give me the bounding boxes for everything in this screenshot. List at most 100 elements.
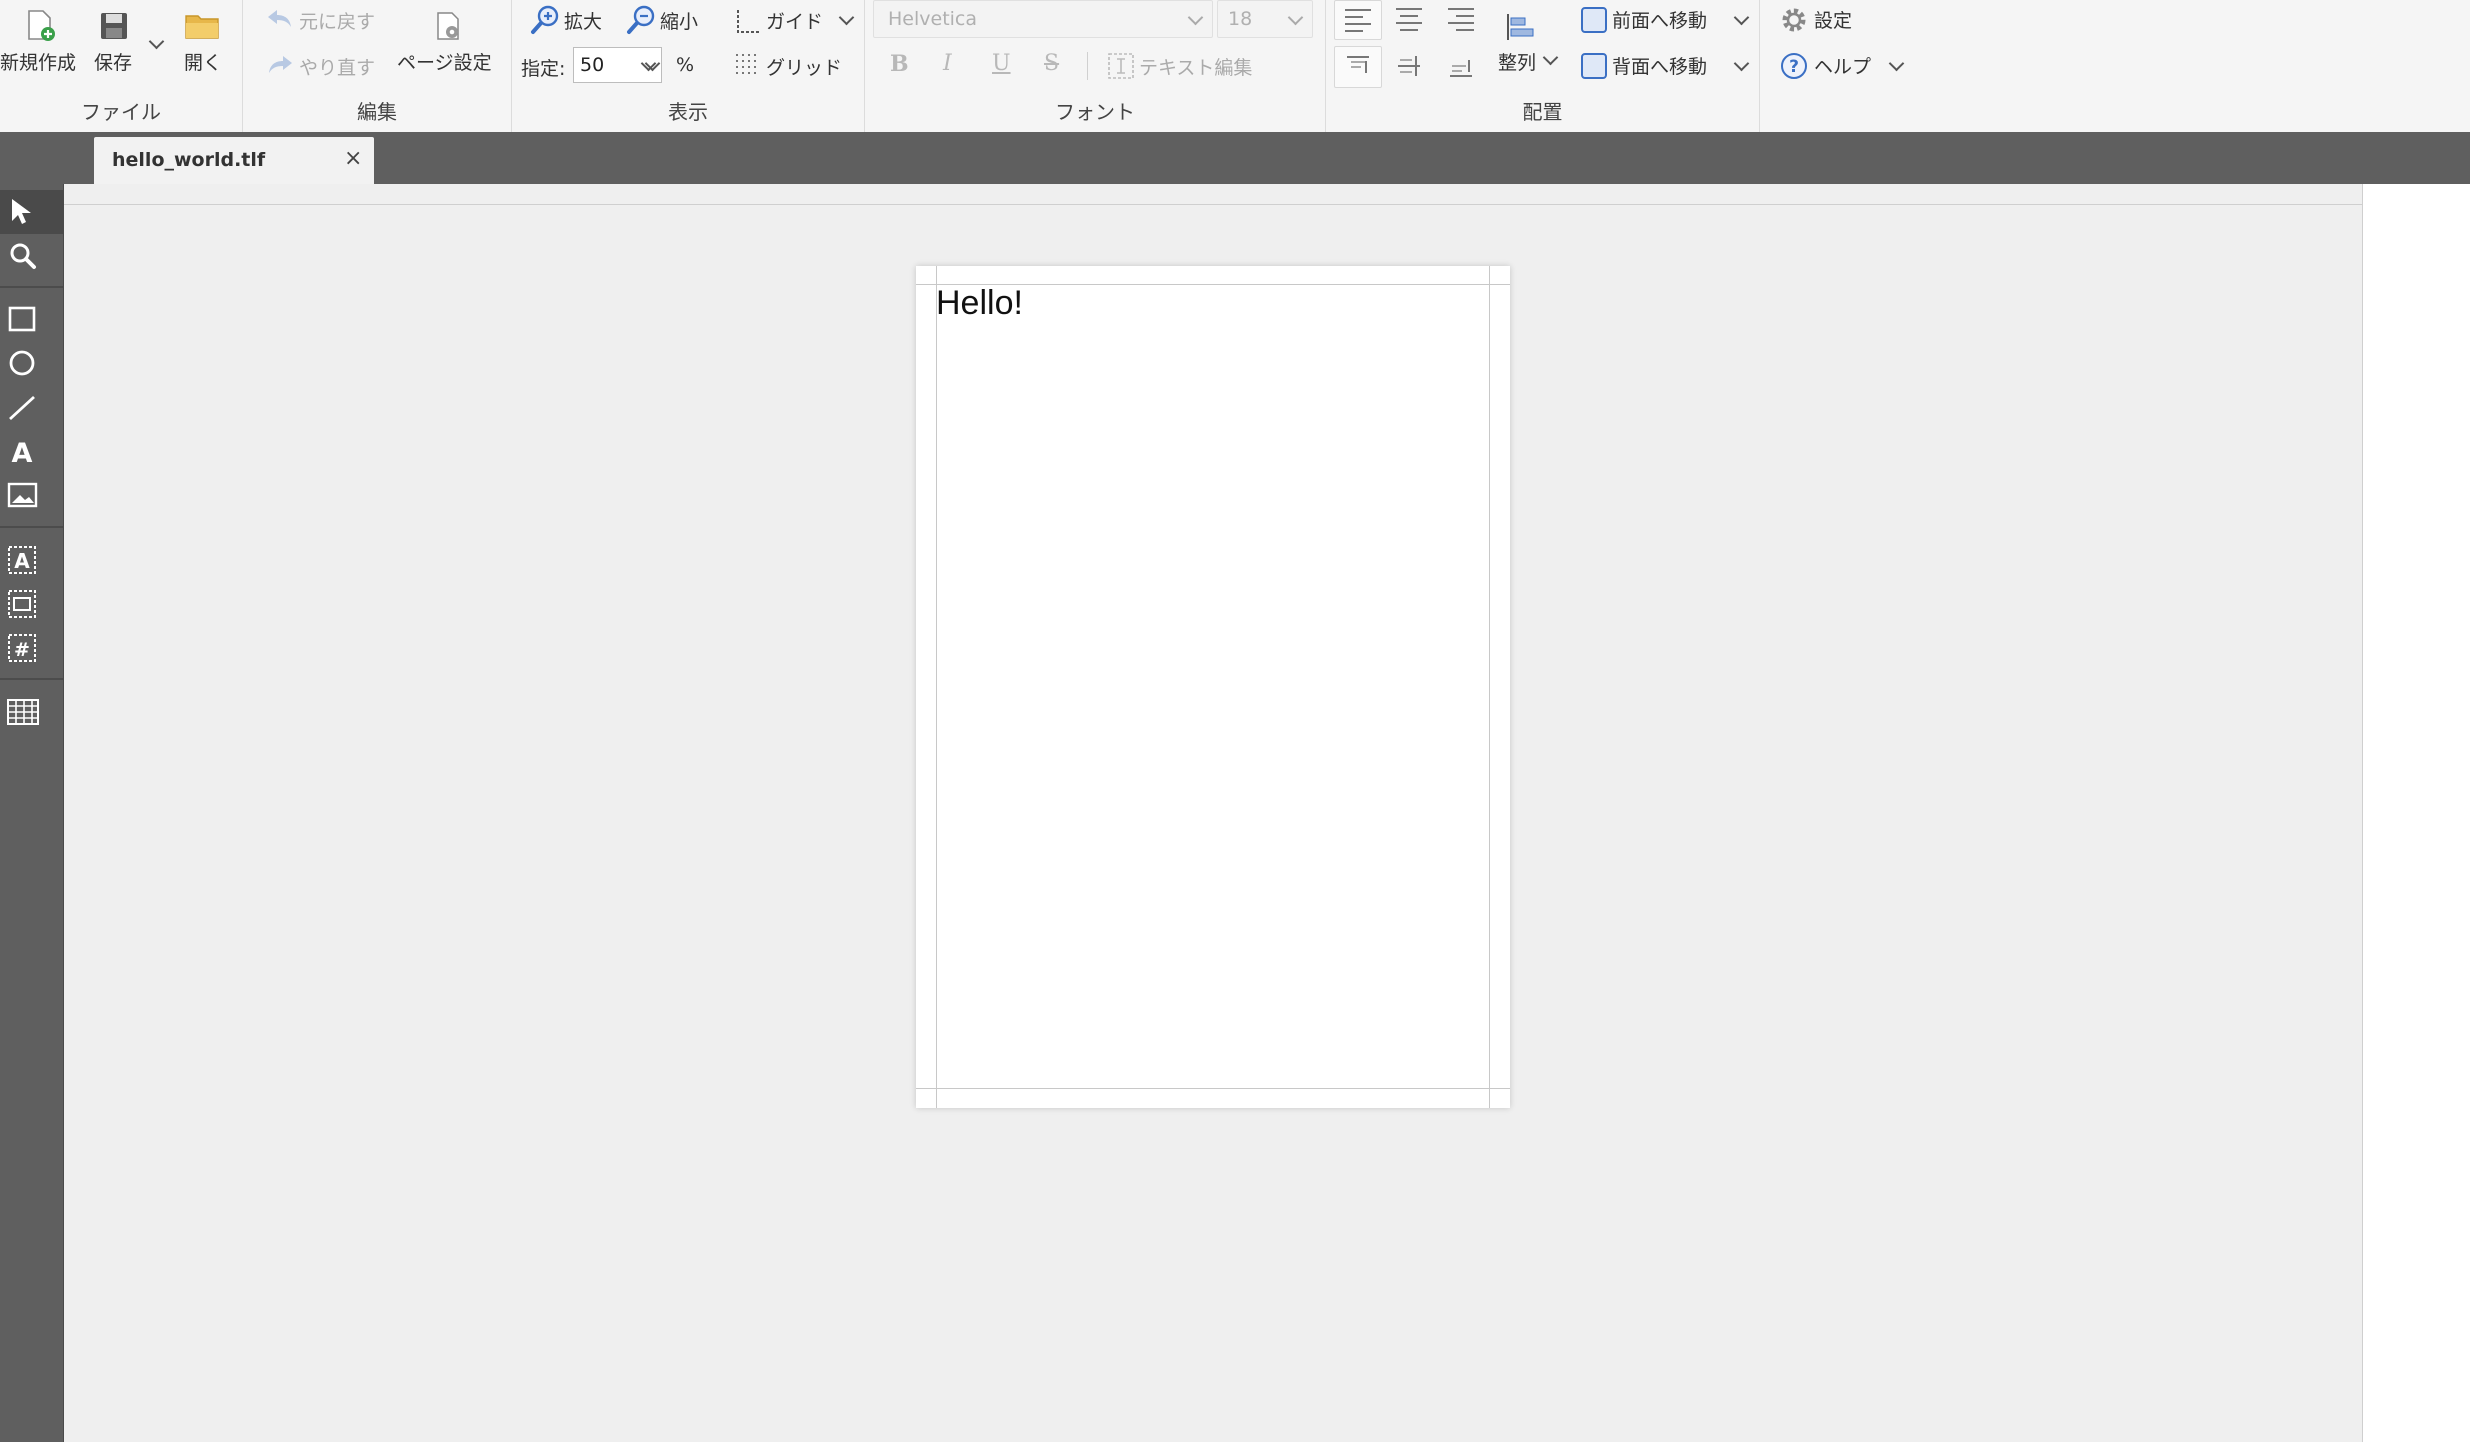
file-group: 新規作成 保存 開く ファイル (0, 0, 242, 132)
settings-label: 設定 (1814, 10, 1853, 32)
image-block-icon (8, 590, 36, 618)
folder-icon (185, 15, 219, 39)
save-dropdown-chevron-icon[interactable] (148, 33, 165, 50)
text-edit-label: テキスト編集 (1139, 57, 1253, 79)
text-block-tool[interactable]: A (0, 538, 63, 582)
help-icon: ? (1781, 53, 1807, 79)
line-icon (9, 395, 35, 421)
ellipse-icon (9, 350, 35, 376)
font-family-select[interactable]: Helvetica (873, 0, 1213, 38)
save-label: 保存 (94, 52, 133, 74)
valign-top-icon (1347, 56, 1369, 73)
help-button[interactable]: ? ヘルプ (1780, 48, 1910, 84)
hash-block-icon: # (8, 634, 36, 662)
font-size-value: 18 (1228, 8, 1253, 30)
document-tab-label: hello_world.tlf (112, 149, 266, 171)
align-objects-icon (1507, 14, 1534, 40)
font-divider (1087, 52, 1088, 80)
align-right-button[interactable] (1438, 0, 1484, 38)
guide-dropdown-chevron-icon[interactable] (838, 9, 855, 26)
valign-bottom-button[interactable] (1438, 46, 1484, 86)
save-icon (101, 13, 127, 39)
arrange-group: 整列 前面へ移動 背面へ移動 配置 (1326, 0, 1759, 132)
grid-icon (736, 54, 756, 74)
zoom-in-icon (531, 5, 559, 34)
misc-group: 設定 ? ヘルプ (1760, 0, 1960, 132)
svg-text:?: ? (1789, 57, 1799, 77)
valign-middle-icon (1398, 56, 1420, 76)
send-back-button[interactable]: 背面へ移動 (1580, 48, 1755, 84)
close-tab-icon[interactable]: × (344, 146, 362, 171)
tool-palette: A A # (0, 184, 64, 1442)
ribbon-toolbar: 新規作成 保存 開く ファイル 元に戻す やり直す ページ設定 編集 拡大 縮小… (0, 0, 2470, 133)
zoom-prefix-label: 指定: (521, 58, 566, 80)
image-block-tool[interactable] (0, 582, 63, 626)
bring-front-icon (1581, 7, 1607, 33)
zoom-in-button[interactable]: 拡大 (528, 2, 608, 36)
right-side-panel (2362, 184, 2470, 1442)
valign-top-button[interactable] (1334, 46, 1382, 88)
zoom-unit-label: % (676, 54, 695, 76)
text-element[interactable]: Hello! (936, 284, 1023, 323)
bold-button[interactable]: B (890, 51, 909, 77)
gear-icon (1782, 8, 1806, 32)
ellipse-tool[interactable] (0, 342, 63, 386)
text-tool[interactable]: A (0, 430, 63, 474)
zoom-out-icon (627, 5, 655, 34)
line-tool[interactable] (0, 386, 63, 430)
valign-bottom-icon (1450, 60, 1472, 77)
undo-icon (268, 10, 291, 27)
page-setup-label: ページ設定 (397, 52, 492, 74)
zoom-input[interactable] (573, 47, 633, 83)
save-button[interactable]: 保存 (92, 4, 142, 74)
tool-divider (0, 526, 63, 528)
redo-button[interactable]: やり直す (261, 50, 381, 80)
file-group-label: ファイル (81, 100, 161, 124)
svg-text:A: A (12, 438, 33, 467)
grid-label: グリッド (766, 57, 843, 79)
text-a-icon: A (12, 438, 33, 467)
grid-button[interactable]: グリッド (720, 48, 850, 82)
table-icon (7, 699, 39, 725)
zoom-out-button[interactable]: 縮小 (624, 2, 704, 36)
text-edit-button[interactable]: テキスト編集 (1105, 48, 1285, 82)
rectangle-tool[interactable] (0, 298, 63, 342)
open-button[interactable]: 開く (180, 4, 230, 74)
send-back-icon (1581, 53, 1607, 79)
strikethrough-button[interactable]: S (1044, 51, 1059, 76)
align-left-button[interactable] (1334, 0, 1382, 40)
image-tool[interactable] (0, 474, 63, 518)
guide-label: ガイド (766, 11, 824, 33)
font-size-select[interactable]: 18 (1217, 0, 1313, 38)
new-button[interactable]: 新規作成 (0, 4, 78, 74)
page-number-tool[interactable]: # (0, 626, 63, 670)
undo-button[interactable]: 元に戻す (261, 4, 381, 34)
bring-front-button[interactable]: 前面へ移動 (1580, 2, 1755, 38)
font-size-chevron-icon (1287, 9, 1304, 26)
list-tool[interactable] (0, 690, 63, 734)
bottom-margin-guide (916, 1088, 1510, 1089)
view-group: 拡大 縮小 ガイド 指定: % グリッド 表示 (512, 0, 864, 132)
guide-icon (737, 10, 760, 33)
italic-button[interactable]: I (943, 51, 952, 76)
bring-front-chevron-icon (1733, 9, 1750, 26)
zoom-tool[interactable] (0, 234, 63, 278)
select-tool[interactable] (0, 190, 63, 234)
underline-button[interactable]: U (992, 51, 1011, 76)
new-label: 新規作成 (0, 52, 77, 74)
canvas-top-border (64, 204, 2362, 205)
valign-middle-button[interactable] (1386, 46, 1432, 86)
arrow-cursor-icon (12, 199, 31, 224)
page-setup-button[interactable]: ページ設定 (393, 4, 503, 74)
align-left-icon (1345, 9, 1371, 32)
left-margin-guide (936, 266, 937, 1108)
report-page[interactable]: Hello! (916, 266, 1510, 1108)
guide-button[interactable]: ガイド (720, 2, 860, 36)
document-tab[interactable]: hello_world.tlf × (94, 137, 374, 184)
view-group-label: 表示 (668, 100, 708, 124)
settings-button[interactable]: 設定 (1780, 2, 1880, 38)
align-menu-button[interactable]: 整列 (1494, 6, 1566, 76)
page-setup-icon (437, 12, 459, 40)
open-label: 開く (184, 52, 223, 74)
align-center-button[interactable] (1386, 0, 1432, 38)
